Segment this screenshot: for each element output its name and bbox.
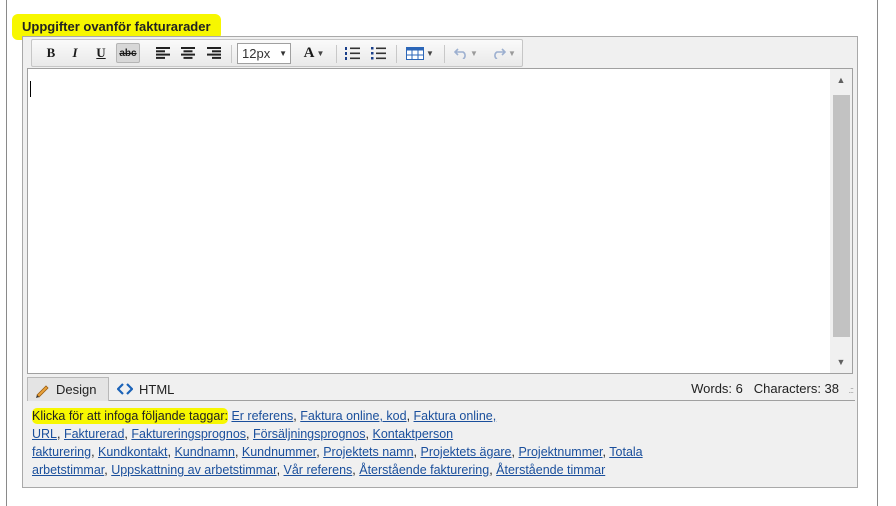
tag-link[interactable]: Kundnamn (174, 445, 234, 459)
undo-icon (454, 48, 466, 59)
tag-link[interactable]: Faktura online, (414, 409, 497, 423)
tag-link[interactable]: arbetstimmar (32, 463, 104, 477)
italic-button[interactable]: I (66, 43, 84, 63)
toolbar-separator (444, 45, 445, 63)
page-border-left (6, 0, 7, 506)
align-left-icon (156, 47, 170, 59)
tag-link[interactable]: Försäljningsprognos (253, 427, 366, 441)
tag-link[interactable]: Faktureringsprognos (131, 427, 246, 441)
toolbar-separator (231, 45, 232, 63)
scrollbar-thumb[interactable] (833, 95, 850, 337)
tab-design[interactable]: Design (27, 377, 109, 401)
tag-link[interactable]: Återstående fakturering (359, 463, 489, 477)
chevron-down-icon: ▼ (279, 49, 287, 58)
redo-button[interactable]: ▼ (488, 43, 520, 63)
pencil-icon (36, 384, 49, 398)
tag-link[interactable]: Fakturerad (64, 427, 124, 441)
bold-button[interactable]: B (42, 43, 60, 63)
resize-grip-icon[interactable]: .:: (848, 385, 853, 395)
toolbar-separator (396, 45, 397, 63)
strikethrough-button[interactable]: abc (116, 43, 140, 63)
undo-button[interactable]: ▼ (450, 43, 482, 63)
editor-mode-bar: Design HTML Words: 6 Characters: 38 .:: (27, 377, 855, 401)
toolbar-separator (336, 45, 337, 63)
tag-link[interactable]: Er referens (231, 409, 293, 423)
tag-link[interactable]: Projektnummer (518, 445, 602, 459)
font-size-select[interactable]: 12px ▼ (237, 43, 291, 64)
bullet-list-icon (370, 46, 386, 59)
tag-link[interactable]: URL (32, 427, 57, 441)
tab-html-label: HTML (139, 381, 175, 397)
editor-toolbar: B I U abc 12px ▼ A ▼ ▼ ▼ ▼ (31, 39, 523, 67)
text-cursor (30, 81, 31, 97)
tag-link[interactable]: Uppskattning av arbetstimmar (111, 463, 276, 477)
tag-link[interactable]: Vår referens (284, 463, 353, 477)
chevron-down-icon: ▼ (508, 48, 516, 58)
tags-line-2: URL, Fakturerad, Faktureringsprognos, Fö… (32, 427, 454, 441)
font-color-letter: A (303, 44, 315, 61)
numbered-list-icon (344, 46, 360, 60)
align-right-icon (207, 47, 221, 59)
scroll-up-arrow-icon[interactable]: ▲ (830, 69, 852, 91)
tags-line-1: Klicka för att infoga följande taggar: E… (32, 408, 497, 424)
tags-prompt: Klicka för att infoga följande taggar: (32, 408, 228, 424)
vertical-scrollbar[interactable]: ▲ ▼ (830, 69, 852, 373)
scroll-down-arrow-icon[interactable]: ▼ (830, 351, 852, 373)
numbered-list-button[interactable] (342, 43, 362, 63)
character-count: Characters: 38 (753, 381, 839, 396)
tag-link[interactable]: Faktura online, kod (300, 409, 406, 423)
tag-link[interactable]: Totala (609, 445, 642, 459)
tab-html[interactable]: HTML (117, 377, 174, 401)
redo-icon (494, 48, 507, 59)
tag-link[interactable]: Projektets ägare (420, 445, 511, 459)
align-center-icon (181, 47, 195, 59)
page-border-right (877, 0, 878, 506)
insert-tags-panel: Klicka för att infoga följande taggar: E… (32, 407, 852, 479)
tag-link[interactable]: fakturering (32, 445, 91, 459)
align-center-button[interactable] (178, 43, 198, 63)
tags-line-3: fakturering, Kundkontakt, Kundnamn, Kund… (32, 445, 643, 459)
editor-content-area[interactable]: ▲ ▼ (27, 68, 853, 374)
rich-text-editor: B I U abc 12px ▼ A ▼ ▼ ▼ ▼ ▲ ▼ Design HT… (22, 36, 858, 488)
align-left-button[interactable] (153, 43, 173, 63)
tag-link[interactable]: Återstående timmar (496, 463, 605, 477)
underline-button[interactable]: U (92, 43, 110, 63)
tag-link[interactable]: Kundkontakt (98, 445, 168, 459)
chevron-down-icon: ▼ (426, 48, 434, 58)
font-color-button[interactable]: A ▼ (298, 43, 330, 63)
tag-link[interactable]: Kontaktperson (373, 427, 454, 441)
tag-link[interactable]: Kundnummer (242, 445, 316, 459)
chevron-down-icon: ▼ (470, 48, 478, 58)
code-icon (117, 383, 133, 395)
tab-design-label: Design (56, 382, 97, 397)
tag-link[interactable]: Projektets namn (323, 445, 413, 459)
font-size-value: 12px (242, 46, 271, 61)
align-right-button[interactable] (204, 43, 224, 63)
chevron-down-icon: ▼ (316, 48, 325, 58)
word-count: Words: 6 (691, 381, 743, 396)
word-character-count: Words: 6 Characters: 38 (691, 377, 839, 401)
insert-table-button[interactable]: ▼ (402, 43, 438, 63)
bullet-list-button[interactable] (368, 43, 388, 63)
tags-line-4: arbetstimmar, Uppskattning av arbetstimm… (32, 463, 606, 477)
table-icon (406, 46, 425, 60)
